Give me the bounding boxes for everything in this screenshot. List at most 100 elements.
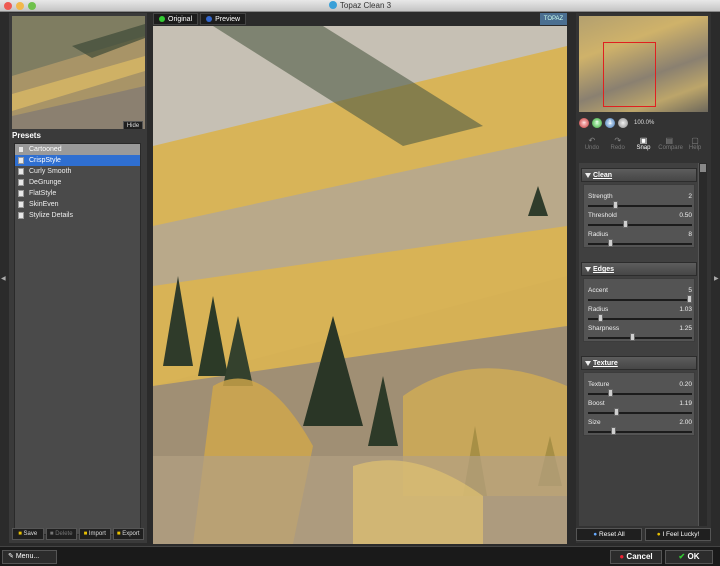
preset-item-degrunge[interactable]: DeGrunge xyxy=(15,177,140,188)
document-icon xyxy=(18,157,24,164)
blue-dot-icon xyxy=(206,16,213,22)
boost-slider[interactable]: Boost 1.19 xyxy=(588,400,692,418)
reset-all-button[interactable]: ● Reset All xyxy=(576,528,642,541)
collapse-right-arrow-icon[interactable]: ▶ xyxy=(714,275,719,282)
check-icon: ✔ xyxy=(678,552,686,561)
preset-item-stylize-details[interactable]: Stylize Details xyxy=(15,210,140,221)
ok-button[interactable]: ✔ OK xyxy=(665,550,713,564)
redo-button[interactable]: ↷ Redo xyxy=(607,136,629,156)
reset-icon: ● xyxy=(593,531,598,538)
edges-radius-slider[interactable]: Radius 1.03 xyxy=(588,306,692,324)
edges-section-header[interactable]: Edges xyxy=(581,262,697,276)
strength-slider[interactable]: Strength 2 xyxy=(588,193,692,211)
document-icon xyxy=(18,201,24,208)
texture-slider[interactable]: Texture 0.20 xyxy=(588,381,692,399)
title-bar: Topaz Clean 3 xyxy=(0,0,720,12)
size-slider[interactable]: Size 2.00 xyxy=(588,419,692,437)
help-button[interactable]: ▢ Help xyxy=(684,136,706,156)
left-panel: Hide Presets Cartooned CrispStyle Curly … xyxy=(9,13,147,543)
zoom-level: 100.0% xyxy=(634,120,655,126)
view-tabs: Original Preview xyxy=(153,13,247,25)
zoom-out-icon[interactable]: − xyxy=(579,118,589,128)
minimize-window-icon[interactable] xyxy=(16,2,24,10)
navigator-viewport-box[interactable] xyxy=(603,42,656,107)
clean-section: Strength 2 Threshold 0.50 Radius 8 xyxy=(583,184,695,248)
hide-button[interactable]: Hide xyxy=(123,121,143,129)
tool-row: ↶ Undo ↷ Redo ▣ Snap ▤ Compare ▢ Help xyxy=(579,136,708,156)
slider-knob[interactable] xyxy=(607,389,613,397)
preset-item-flatstyle[interactable]: FlatStyle xyxy=(15,188,140,199)
zoom-controls: − + 1 · 100.0% xyxy=(579,117,654,129)
navigator-thumbnail[interactable] xyxy=(579,16,708,112)
main-image-canvas[interactable] xyxy=(153,26,567,544)
slider-knob[interactable] xyxy=(622,220,628,228)
delete-button[interactable]: ■ Delete xyxy=(45,528,77,540)
slider-knob[interactable] xyxy=(607,239,613,247)
threshold-slider[interactable]: Threshold 0.50 xyxy=(588,212,692,230)
preset-buttons: ■ Save ■ Delete ■ Import ■ Export xyxy=(12,528,144,540)
forest-photo xyxy=(153,26,567,544)
save-icon: ■ xyxy=(18,531,22,537)
bottom-bar: ✎ Menu... ● Cancel ✔ OK xyxy=(0,546,720,566)
presets-title: Presets xyxy=(12,131,41,140)
tab-preview[interactable]: Preview xyxy=(200,13,247,25)
scrollbar-thumb[interactable] xyxy=(700,164,706,172)
import-button[interactable]: ■ Import xyxy=(79,528,111,540)
slider-knob[interactable] xyxy=(610,427,616,435)
edges-section: Accent 5 Radius 1.03 Sharpness 1.25 xyxy=(583,278,695,342)
collapse-left-arrow-icon[interactable]: ◀ xyxy=(1,275,6,282)
slider-knob[interactable] xyxy=(612,201,618,209)
preset-item-skineven[interactable]: SkinEven xyxy=(15,199,140,210)
zoom-actual-icon[interactable]: · xyxy=(618,118,628,128)
topaz-logo: TOPAZ xyxy=(540,13,567,25)
topaz-app-icon xyxy=(328,1,337,9)
document-icon xyxy=(18,212,24,219)
export-icon: ■ xyxy=(116,531,121,537)
right-buttons: ● Reset All ● I Feel Lucky! xyxy=(576,528,711,541)
slider-knob[interactable] xyxy=(687,295,692,303)
snap-button[interactable]: ▣ Snap xyxy=(632,136,654,156)
preset-item-crispstyle[interactable]: CrispStyle xyxy=(15,155,140,166)
undo-button[interactable]: ↶ Undo xyxy=(581,136,603,156)
wrench-icon: ✎ xyxy=(8,553,14,560)
help-icon: ▢ xyxy=(691,136,699,145)
lucky-icon: ● xyxy=(656,531,661,538)
document-icon xyxy=(18,190,24,197)
compare-icon: ▤ xyxy=(665,136,674,145)
clean-radius-slider[interactable]: Radius 8 xyxy=(588,231,692,249)
sharpness-slider[interactable]: Sharpness 1.25 xyxy=(588,325,692,343)
window-title: Topaz Clean 3 xyxy=(339,1,392,10)
cancel-icon: ● xyxy=(619,552,625,561)
texture-section: Texture 0.20 Boost 1.19 Size 2.00 xyxy=(583,372,695,436)
tab-original[interactable]: Original xyxy=(153,13,199,25)
redo-icon: ↷ xyxy=(614,136,622,145)
delete-icon: ■ xyxy=(49,531,54,537)
save-button[interactable]: ■ Save xyxy=(12,528,44,540)
cancel-button[interactable]: ● Cancel xyxy=(610,550,662,564)
preview-thumbnail: Hide xyxy=(12,16,145,129)
preset-item-curly-smooth[interactable]: Curly Smooth xyxy=(15,166,140,177)
zoom-window-icon[interactable] xyxy=(28,2,36,10)
preset-item-cartooned[interactable]: Cartooned xyxy=(15,144,140,155)
document-icon xyxy=(18,146,24,153)
texture-section-header[interactable]: Texture xyxy=(581,356,697,370)
accent-slider[interactable]: Accent 5 xyxy=(588,287,692,305)
green-dot-icon xyxy=(159,16,165,22)
controls-scrollbar[interactable] xyxy=(698,163,707,526)
zoom-in-icon[interactable]: + xyxy=(592,118,602,128)
right-panel: − + 1 · 100.0% ↶ Undo ↷ Redo ▣ Snap ▤ Compar… xyxy=(576,13,711,543)
export-button[interactable]: ■ Export xyxy=(112,528,144,540)
zoom-fit-icon[interactable]: 1 xyxy=(605,118,615,128)
clean-section-header[interactable]: Clean xyxy=(581,168,697,182)
undo-icon: ↶ xyxy=(588,136,596,145)
slider-knob[interactable] xyxy=(613,408,619,416)
document-icon xyxy=(18,179,24,186)
slider-knob[interactable] xyxy=(629,333,635,341)
compare-button[interactable]: ▤ Compare xyxy=(658,136,683,156)
controls-panel: Clean Strength 2 Threshold 0.50 Radius 8 Ed… xyxy=(579,163,707,526)
feel-lucky-button[interactable]: ● I Feel Lucky! xyxy=(645,528,711,541)
preset-list: Cartooned CrispStyle Curly Smooth DeGrun… xyxy=(14,143,141,535)
menu-button[interactable]: ✎ Menu... xyxy=(2,550,57,564)
slider-knob[interactable] xyxy=(597,314,603,322)
close-window-icon[interactable] xyxy=(4,2,12,10)
